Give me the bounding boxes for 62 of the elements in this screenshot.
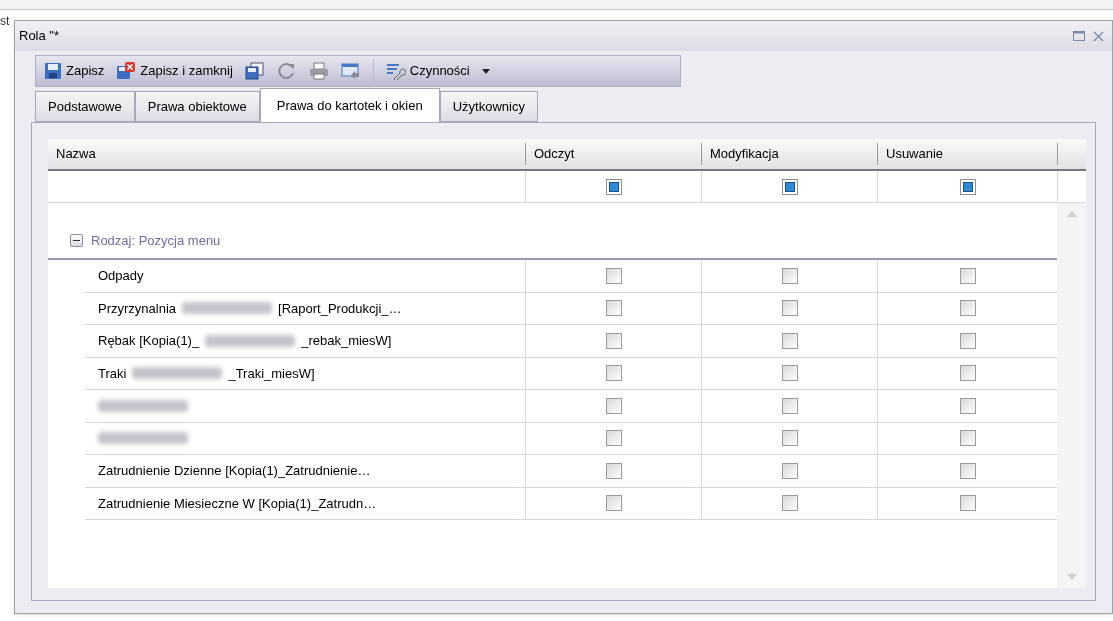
checkbox[interactable] <box>605 462 622 479</box>
restore-icon[interactable] <box>1073 31 1085 41</box>
column-header[interactable]: Odczyt <box>534 144 575 164</box>
toolbar-button[interactable]: Zapisz i zamknij <box>112 57 237 85</box>
dropdown-caret-icon <box>481 68 490 74</box>
checkbox[interactable] <box>959 300 976 317</box>
checkbox[interactable] <box>605 300 622 317</box>
row-name: Zatrudnienie Dzienne [Kopia(1)_Zatrudnienie… <box>98 462 371 480</box>
checkbox[interactable] <box>605 397 622 414</box>
row-name: Rębak [Kopia(1)_ <box>98 332 200 350</box>
checkbox[interactable] <box>959 365 976 382</box>
wrench-list-icon <box>385 62 406 80</box>
tab[interactable]: Prawa obiektowe <box>134 91 260 122</box>
checkbox[interactable] <box>959 462 976 479</box>
toolbar-button[interactable]: Zapisz <box>40 57 109 85</box>
checkbox[interactable] <box>781 300 798 317</box>
checkbox[interactable] <box>781 178 798 195</box>
checkbox[interactable] <box>959 430 976 447</box>
checkbox[interactable] <box>605 267 622 284</box>
tab[interactable]: Użytkownicy <box>439 91 538 122</box>
checkbox[interactable] <box>605 178 622 195</box>
checkbox[interactable] <box>781 430 798 447</box>
checkbox[interactable] <box>781 365 798 382</box>
checkbox[interactable] <box>959 495 976 512</box>
window-title: Rola "* <box>19 27 60 46</box>
checkbox[interactable] <box>959 332 976 349</box>
tab[interactable]: Prawa do kartotek i okien <box>259 88 440 122</box>
checkbox[interactable] <box>605 332 622 349</box>
column-header[interactable]: Usuwanie <box>886 144 944 164</box>
checkbox[interactable] <box>781 332 798 349</box>
collapse-icon[interactable] <box>70 234 83 247</box>
background-text: st <box>0 13 10 30</box>
row-name: _Traki_miesW] <box>228 364 315 383</box>
checkbox[interactable] <box>959 397 976 414</box>
refresh-icon[interactable] <box>276 62 297 80</box>
copy-icon[interactable] <box>244 62 265 80</box>
checkbox[interactable] <box>781 462 798 479</box>
printer-icon[interactable] <box>308 62 329 80</box>
checkbox[interactable] <box>959 267 976 284</box>
scroll-up-icon[interactable] <box>1066 211 1077 217</box>
actions-menu-button[interactable]: Czynności <box>381 57 494 85</box>
checkbox[interactable] <box>605 430 622 447</box>
tab[interactable]: Podstawowe <box>35 91 135 122</box>
row-name: Zatrudnienie Miesieczne W [Kopia(1)_Zatrudn… <box>98 494 377 513</box>
floppy-disk-with-x-icon <box>116 62 137 80</box>
close-icon[interactable] <box>1093 30 1104 42</box>
checkbox[interactable] <box>605 365 622 382</box>
column-header[interactable]: Nazwa <box>56 144 96 164</box>
row-name: Traki <box>98 364 127 383</box>
checkbox[interactable] <box>959 178 976 195</box>
row-name: Przyrzynalnia <box>98 299 177 318</box>
checkbox[interactable] <box>781 267 798 284</box>
row-name: [Raport_Produkcji_… <box>278 299 402 318</box>
row-name: Odpady <box>98 267 144 285</box>
row-name: _rebak_miesW] <box>301 332 392 350</box>
checkbox[interactable] <box>781 397 798 414</box>
scroll-down-icon[interactable] <box>1066 574 1077 580</box>
scrollbar[interactable] <box>1057 203 1086 588</box>
checkbox[interactable] <box>605 495 622 512</box>
group-label: Rodzaj: Pozycja menu <box>91 231 221 250</box>
column-header[interactable]: Modyfikacja <box>710 144 779 164</box>
checkbox[interactable] <box>781 495 798 512</box>
